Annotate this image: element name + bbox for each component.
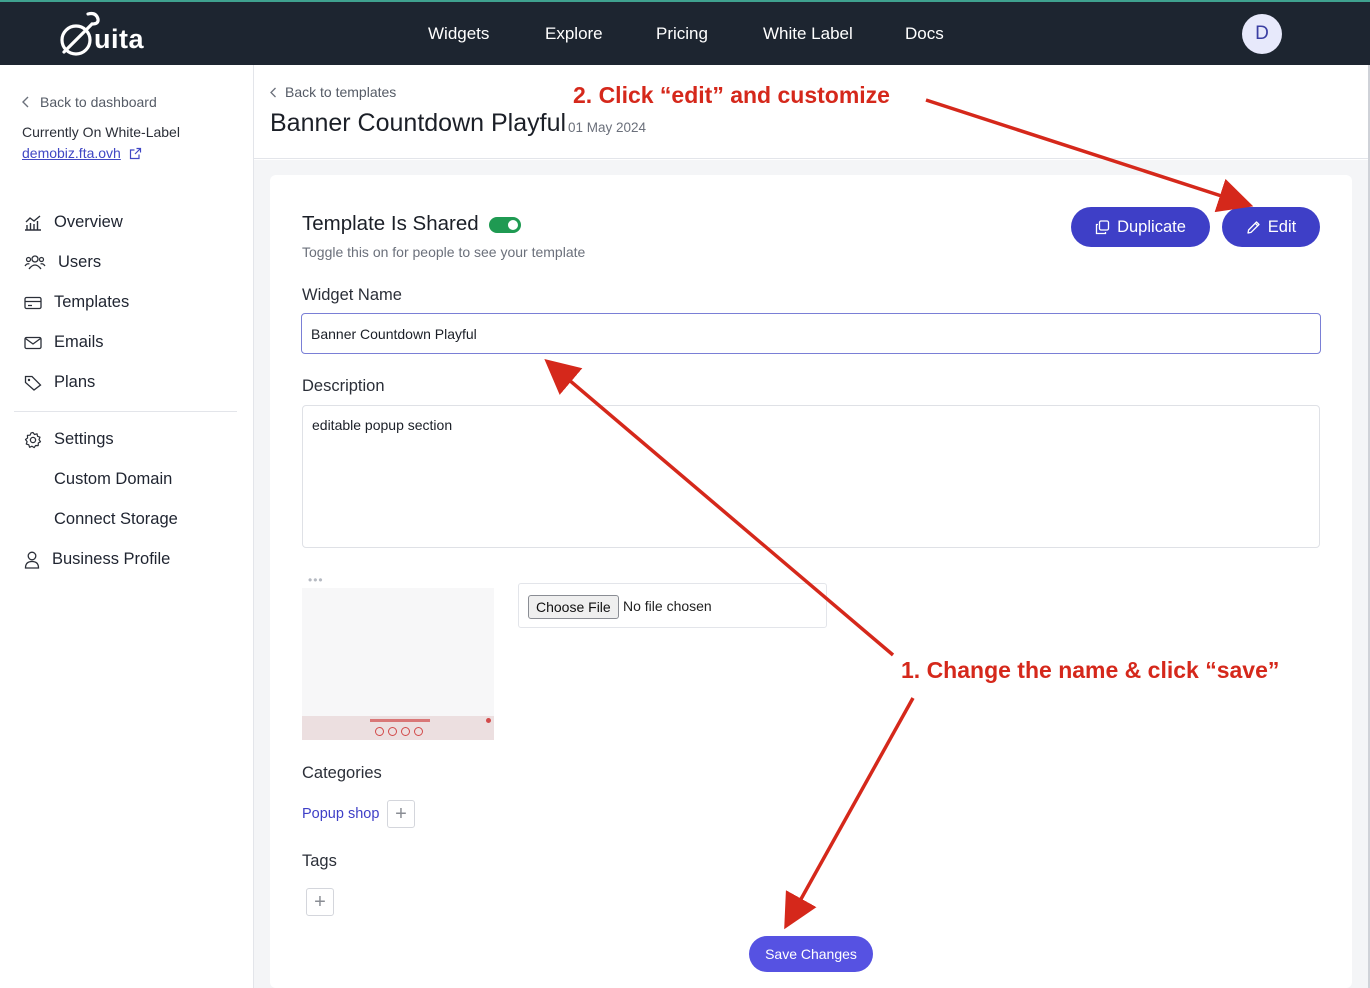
- card-icon: [24, 296, 42, 309]
- annotation-step1: 1. Change the name & click “save”: [901, 657, 1280, 683]
- chevron-left-icon: [270, 87, 276, 97]
- back-to-dashboard-link[interactable]: Back to dashboard: [22, 94, 157, 110]
- tag-icon: [24, 375, 42, 391]
- annotation-step2: 2. Click “edit” and customize: [573, 82, 890, 108]
- nav-white-label[interactable]: White Label: [763, 24, 853, 44]
- chart-icon: [25, 214, 41, 231]
- sidebar-item-connect-storage[interactable]: Connect Storage: [54, 510, 178, 529]
- domain-link[interactable]: demobiz.fta.ovh: [22, 145, 142, 161]
- gear-icon: [24, 431, 42, 448]
- categories-label: Categories: [302, 764, 382, 782]
- thumbnail-close-dot: [486, 718, 491, 723]
- description-label: Description: [302, 377, 385, 395]
- chevron-left-icon: [22, 96, 29, 108]
- page-date: 01 May 2024: [568, 120, 647, 135]
- choose-file-button[interactable]: Choose File: [528, 595, 619, 619]
- external-link-icon: [129, 147, 141, 159]
- edit-label: Edit: [1267, 217, 1297, 236]
- back-to-templates-label: Back to templates: [285, 84, 397, 100]
- edit-button[interactable]: Edit: [1222, 207, 1320, 247]
- thumbnail-menu-icon[interactable]: •••: [308, 573, 324, 587]
- nav-explore[interactable]: Explore: [545, 24, 603, 44]
- sidebar-item-label: Emails: [54, 333, 104, 351]
- plus-icon: +: [395, 802, 407, 825]
- sidebar-item-label: Overview: [54, 213, 123, 231]
- page-header: Back to templates Banner Countdown Playf…: [254, 65, 1368, 159]
- template-shared-toggle[interactable]: [489, 217, 521, 233]
- file-upload: Choose File No file chosen: [518, 583, 827, 628]
- sidebar-divider: [14, 411, 237, 412]
- template-thumbnail: [302, 588, 494, 740]
- copy-icon: [1095, 219, 1110, 234]
- sidebar-item-plans[interactable]: Plans: [24, 373, 95, 392]
- nav-pricing[interactable]: Pricing: [656, 24, 708, 44]
- widget-name-label: Widget Name: [302, 286, 402, 304]
- plus-icon: +: [314, 890, 326, 913]
- template-shared-hint: Toggle this on for people to see your te…: [302, 244, 586, 260]
- top-navbar: uita Widgets Explore Pricing White Label…: [0, 0, 1370, 65]
- file-status: No file chosen: [623, 598, 712, 614]
- sidebar-item-overview[interactable]: Overview: [24, 213, 123, 232]
- description-textarea[interactable]: editable popup section: [302, 405, 1320, 548]
- category-link[interactable]: Popup shop: [302, 806, 379, 822]
- sidebar-item-label: Users: [58, 253, 102, 271]
- thumbnail-text-line: [370, 719, 430, 722]
- widget-name-input[interactable]: [301, 313, 1321, 354]
- sidebar: Back to dashboard Currently On White-Lab…: [0, 65, 254, 988]
- users-icon: [24, 255, 46, 270]
- back-to-dashboard-label: Back to dashboard: [40, 94, 157, 110]
- sidebar-item-settings[interactable]: Settings: [24, 430, 114, 449]
- duplicate-label: Duplicate: [1117, 217, 1186, 236]
- template-shared-title: Template Is Shared: [302, 212, 479, 235]
- current-mode-label: Currently On White-Label: [22, 124, 180, 140]
- thumbnail-banner: [302, 716, 494, 740]
- thumbnail-circle: [401, 727, 410, 736]
- sidebar-item-label: Business Profile: [52, 550, 171, 568]
- sidebar-item-templates[interactable]: Templates: [24, 293, 129, 312]
- thumbnail-circle: [375, 727, 384, 736]
- domain-text: demobiz.fta.ovh: [22, 145, 121, 161]
- back-to-templates-link[interactable]: Back to templates: [270, 84, 396, 100]
- sidebar-item-custom-domain[interactable]: Custom Domain: [54, 470, 172, 489]
- template-form-card: [270, 175, 1352, 988]
- nav-docs[interactable]: Docs: [905, 24, 944, 44]
- thumbnail-circle: [414, 727, 423, 736]
- pencil-icon: [1247, 220, 1260, 234]
- sidebar-item-business-profile[interactable]: Business Profile: [24, 550, 170, 569]
- sidebar-item-users[interactable]: Users: [24, 253, 101, 272]
- duplicate-button[interactable]: Duplicate: [1071, 207, 1210, 247]
- sidebar-item-label: Settings: [54, 430, 114, 448]
- logo-text: uita: [94, 24, 145, 54]
- thumbnail-circle: [388, 727, 397, 736]
- add-category-button[interactable]: +: [387, 800, 415, 828]
- nav-widgets[interactable]: Widgets: [428, 24, 489, 44]
- user-icon: [24, 551, 40, 569]
- tags-label: Tags: [302, 852, 337, 870]
- sidebar-item-label: Plans: [54, 373, 96, 391]
- save-changes-button[interactable]: Save Changes: [749, 936, 873, 972]
- add-tag-button[interactable]: +: [306, 888, 334, 916]
- sidebar-item-label: Templates: [54, 293, 130, 311]
- quita-logo[interactable]: uita: [58, 10, 148, 60]
- avatar[interactable]: D: [1242, 14, 1282, 54]
- page-title: Banner Countdown Playful: [270, 109, 567, 137]
- mail-icon: [24, 336, 42, 349]
- sidebar-item-emails[interactable]: Emails: [24, 333, 104, 352]
